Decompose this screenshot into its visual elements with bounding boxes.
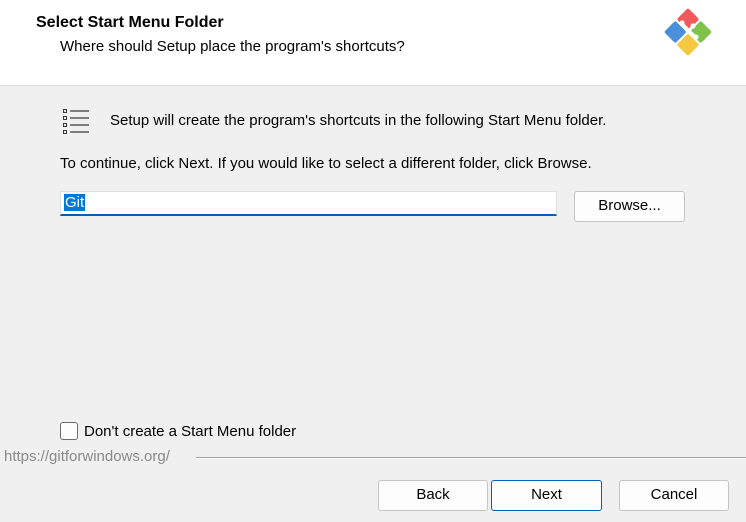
page-title: Select Start Menu Folder <box>36 14 224 31</box>
no-start-menu-folder-checkbox[interactable] <box>60 422 78 440</box>
folder-input-value: Git <box>64 194 86 211</box>
cancel-button[interactable]: Cancel <box>619 480 729 511</box>
no-start-menu-folder-label[interactable]: Don't create a Start Menu folder <box>84 423 296 440</box>
page-subtitle: Where should Setup place the program's s… <box>60 38 405 55</box>
back-button[interactable]: Back <box>378 480 488 511</box>
browse-button[interactable]: Browse... <box>574 191 685 222</box>
gitforwindows-link: https://gitforwindows.org/ <box>4 448 176 465</box>
start-menu-folder-input[interactable]: Git <box>60 191 557 216</box>
intro-text: Setup will create the program's shortcut… <box>110 112 607 129</box>
instruction-text: To continue, click Next. If you would li… <box>60 155 592 172</box>
footer-divider <box>196 457 746 459</box>
no-start-menu-folder-option[interactable]: Don't create a Start Menu folder <box>60 421 296 441</box>
wizard-header: Select Start Menu Folder Where should Se… <box>0 0 746 86</box>
next-button[interactable]: Next <box>491 480 602 511</box>
git-logo-icon <box>664 8 712 56</box>
list-icon <box>63 109 89 134</box>
